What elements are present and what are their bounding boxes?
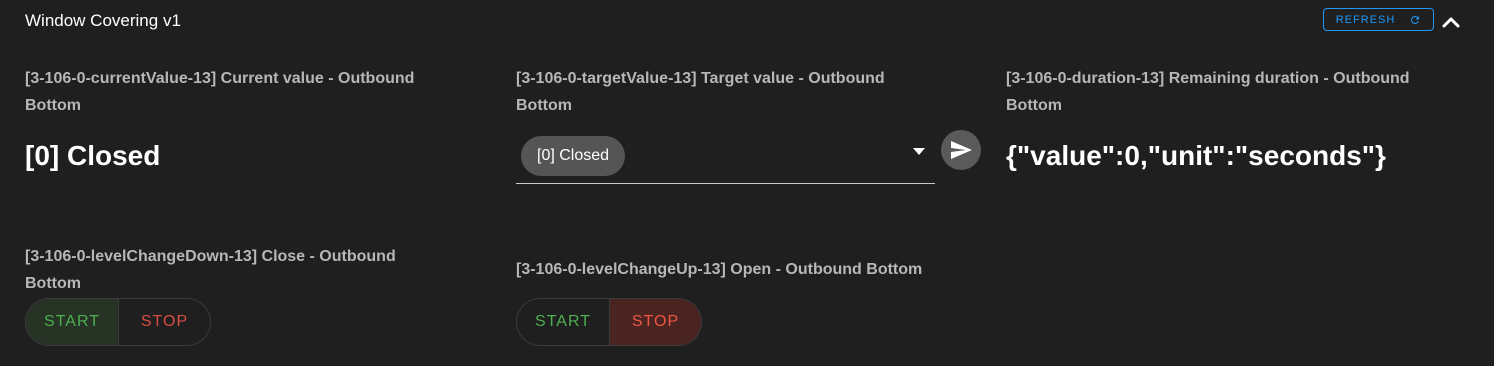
level-change-down-controls: START STOP [25, 298, 211, 346]
open-stop-button[interactable]: STOP [609, 299, 701, 345]
level-change-down-label: [3-106-0-levelChangeDown-13] Close - Out… [25, 243, 396, 297]
target-value-chip: [0] Closed [521, 136, 626, 176]
duration-display: {"value":0,"unit":"seconds"} [1006, 140, 1386, 171]
chevron-up-icon[interactable] [1440, 12, 1462, 32]
send-icon [951, 141, 972, 159]
close-stop-button[interactable]: STOP [118, 299, 210, 345]
current-value-display: [0] Closed [25, 140, 161, 171]
refresh-button[interactable]: REFRESH [1323, 8, 1434, 31]
duration-label-line1: [3-106-0-duration-13] Remaining duration… [1006, 70, 1410, 87]
level-change-down-label-line1: [3-106-0-levelChangeDown-13] Close - Out… [25, 248, 396, 265]
open-start-button[interactable]: START [517, 299, 609, 345]
target-value-label-line2: Bottom [516, 97, 572, 114]
current-value-label: [3-106-0-currentValue-13] Current value … [25, 65, 414, 119]
refresh-button-label: REFRESH [1335, 13, 1396, 26]
level-change-down-label-line2: Bottom [25, 275, 81, 292]
level-change-up-controls: START STOP [516, 298, 702, 346]
level-change-up-label: [3-106-0-levelChangeUp-13] Open - Outbou… [516, 261, 923, 278]
current-value-label-line2: Bottom [25, 97, 81, 114]
target-value-label-line1: [3-106-0-targetValue-13] Target value - … [516, 70, 885, 87]
duration-label-line2: Bottom [1006, 97, 1062, 114]
duration-label: [3-106-0-duration-13] Remaining duration… [1006, 65, 1410, 119]
refresh-icon [1409, 14, 1421, 26]
target-value-select[interactable]: [0] Closed [516, 130, 935, 184]
target-value-label: [3-106-0-targetValue-13] Target value - … [516, 65, 885, 119]
current-value-label-line1: [3-106-0-currentValue-13] Current value … [25, 70, 415, 87]
send-button[interactable] [941, 130, 981, 170]
panel-title: Window Covering v1 [25, 11, 181, 30]
close-start-button[interactable]: START [26, 299, 118, 345]
caret-down-icon [913, 148, 925, 155]
